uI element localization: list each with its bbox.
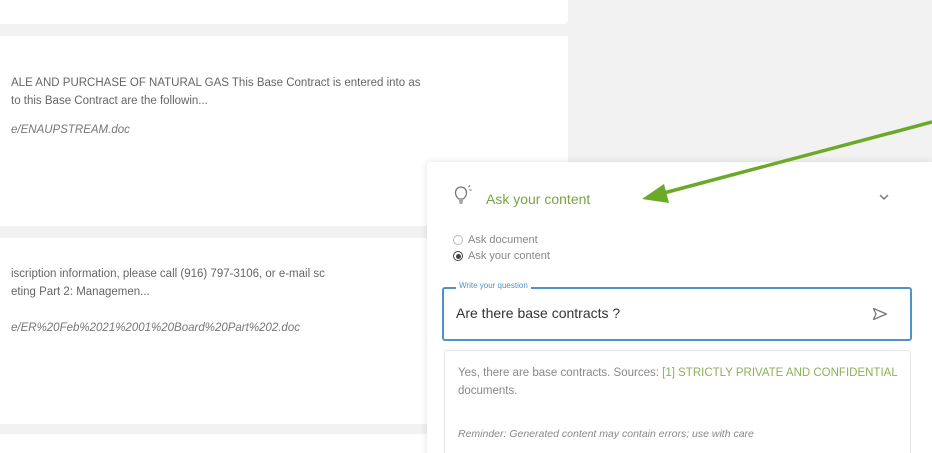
radio-ask-document[interactable] <box>453 235 463 245</box>
result-path[interactable]: e/ER%20Feb%2021%2001%20Board%20Part%202.… <box>11 322 300 334</box>
ask-content-panel: Ask your content Ask document Ask your c… <box>427 162 932 453</box>
snippet-line: ALE AND PURCHASE OF NATURAL GAS This Bas… <box>11 77 421 89</box>
answer-text: Yes, there are base contracts. Sources: … <box>458 364 898 400</box>
mode-ask-document[interactable]: Ask document <box>453 234 538 246</box>
result-path[interactable]: e/ENAUPSTREAM.doc <box>11 124 130 136</box>
panel-title: Ask your content <box>486 191 591 207</box>
lightbulb-icon <box>454 185 472 204</box>
result-card[interactable] <box>0 0 568 24</box>
chevron-down-icon[interactable] <box>878 192 890 202</box>
send-icon[interactable] <box>872 307 888 321</box>
panel-header[interactable]: Ask your content <box>427 162 932 232</box>
question-label: Write your question <box>456 281 531 290</box>
answer-box: Yes, there are base contracts. Sources: … <box>444 350 911 453</box>
answer-prefix: Yes, there are base contracts. Sources: <box>458 367 663 379</box>
question-input[interactable] <box>456 305 856 321</box>
reminder-text: Reminder: Generated content may contain … <box>458 428 754 440</box>
mode-label: Ask your content <box>468 250 550 262</box>
snippet-line: to this Base Contract are the followin..… <box>11 95 208 107</box>
answer-suffix: documents. <box>458 385 518 397</box>
mode-ask-content[interactable]: Ask your content <box>453 250 550 262</box>
mode-label: Ask document <box>468 234 538 246</box>
radio-ask-content[interactable] <box>453 251 463 261</box>
question-field[interactable]: Write your question <box>442 281 912 341</box>
answer-source-link[interactable]: [1] STRICTLY PRIVATE AND CONFIDENTIAL <box>662 367 897 379</box>
result-snippet: ALE AND PURCHASE OF NATURAL GAS This Bas… <box>11 74 571 110</box>
